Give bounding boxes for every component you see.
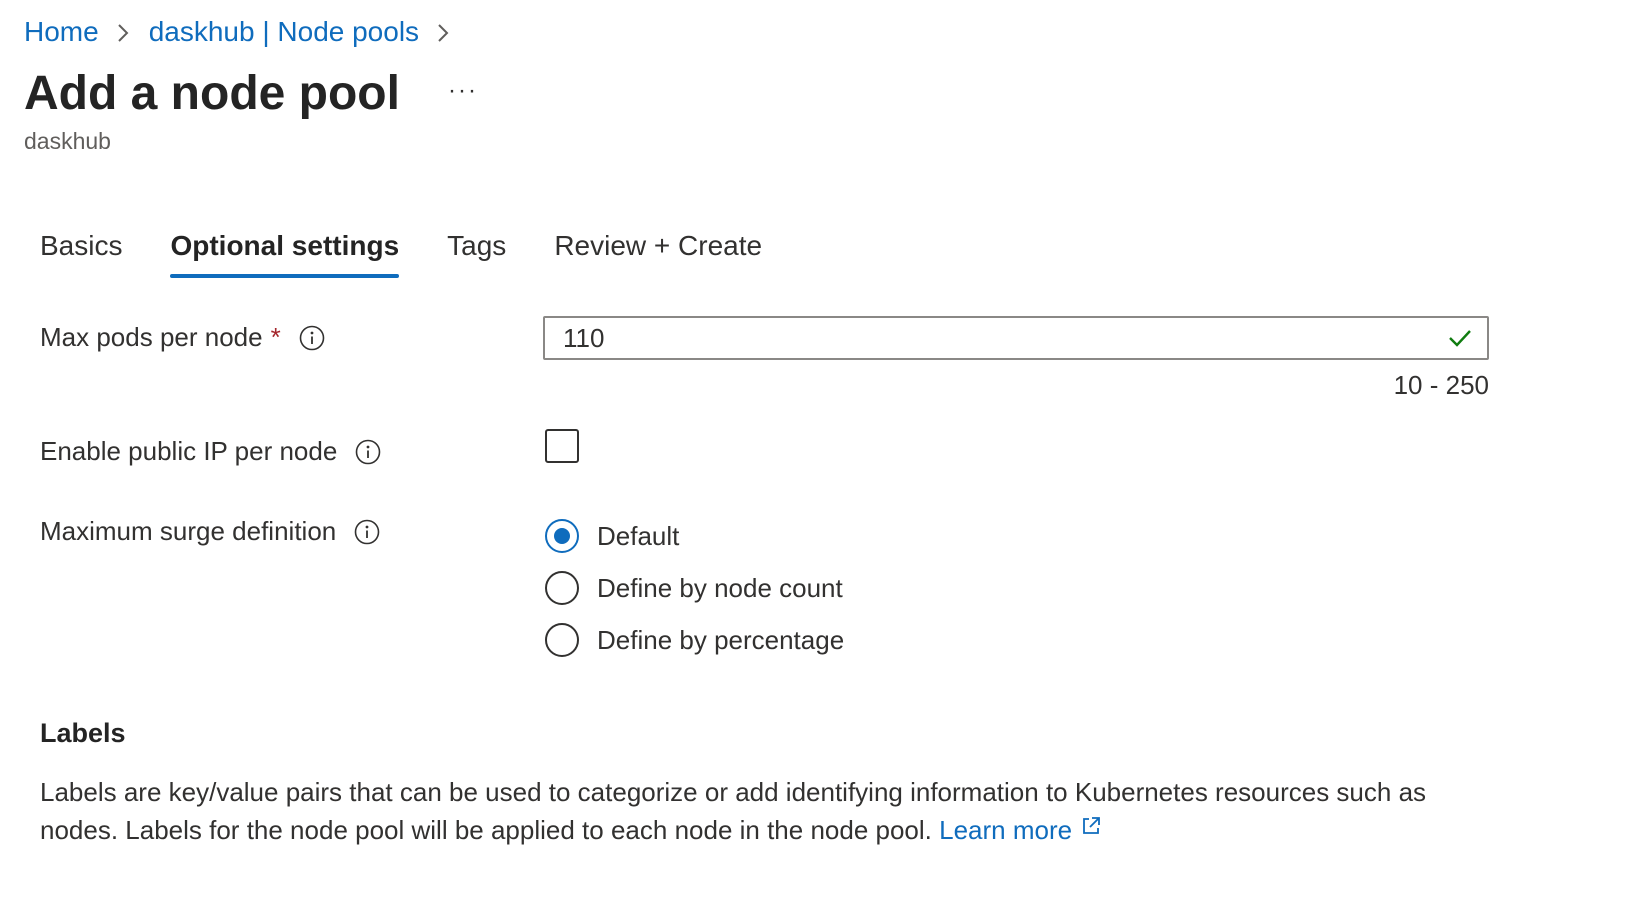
labels-description-text: Labels are key/value pairs that can be u… [40, 777, 1427, 845]
breadcrumb-node-pools-link[interactable]: daskhub | Node pools [149, 14, 419, 50]
radio-option-node-count[interactable]: Define by node count [545, 562, 844, 614]
required-marker: * [270, 322, 281, 352]
learn-more-label: Learn more [939, 815, 1073, 845]
max-pods-range-hint: 10 - 250 [1393, 370, 1489, 400]
max-surge-label: Maximum surge definition [40, 516, 337, 546]
radio-button[interactable] [545, 519, 579, 553]
more-options-button[interactable]: ··· [448, 77, 478, 105]
public-ip-label: Enable public IP per node [40, 436, 338, 466]
checkmark-icon [1445, 323, 1475, 353]
radio-option-default[interactable]: Default [545, 510, 844, 562]
max-surge-label-row: Maximum surge definition [40, 516, 380, 547]
chevron-right-icon [113, 14, 135, 50]
info-icon[interactable] [354, 519, 380, 545]
chevron-right-icon [433, 14, 455, 50]
public-ip-checkbox[interactable] [545, 429, 579, 463]
info-icon[interactable] [355, 439, 381, 465]
breadcrumb: Home daskhub | Node pools [24, 14, 469, 50]
max-pods-input[interactable] [545, 317, 1445, 359]
tab-tags[interactable]: Tags [447, 228, 506, 278]
max-pods-label-row: Max pods per node * [40, 322, 325, 353]
radio-label: Default [597, 520, 680, 551]
tab-basics[interactable]: Basics [40, 228, 122, 278]
radio-label: Define by percentage [597, 624, 845, 655]
radio-label: Define by node count [597, 572, 843, 603]
public-ip-label-row: Enable public IP per node [40, 436, 381, 467]
breadcrumb-home-link[interactable]: Home [24, 14, 99, 50]
tab-bar: Basics Optional settings Tags Review + C… [40, 228, 810, 278]
max-pods-label: Max pods per node [40, 322, 263, 352]
page-title: Add a node pool [24, 67, 400, 120]
title-row: Add a node pool ··· [24, 62, 478, 126]
tab-review-create[interactable]: Review + Create [554, 228, 762, 278]
learn-more-link[interactable]: Learn more [939, 815, 1102, 845]
info-icon[interactable] [299, 325, 325, 351]
radio-button[interactable] [545, 623, 579, 657]
add-node-pool-page: Home daskhub | Node pools Add a node poo… [0, 0, 1628, 904]
radio-option-percentage[interactable]: Define by percentage [545, 614, 844, 666]
labels-section-heading: Labels [40, 718, 126, 748]
max-surge-radio-group: Default Define by node count Define by p… [545, 510, 844, 666]
tab-optional-settings[interactable]: Optional settings [170, 228, 399, 278]
radio-button[interactable] [545, 571, 579, 605]
labels-section-description: Labels are key/value pairs that can be u… [40, 774, 1480, 848]
max-pods-field [543, 316, 1489, 360]
external-link-icon [1080, 810, 1102, 846]
page-subtitle: daskhub [24, 128, 111, 154]
